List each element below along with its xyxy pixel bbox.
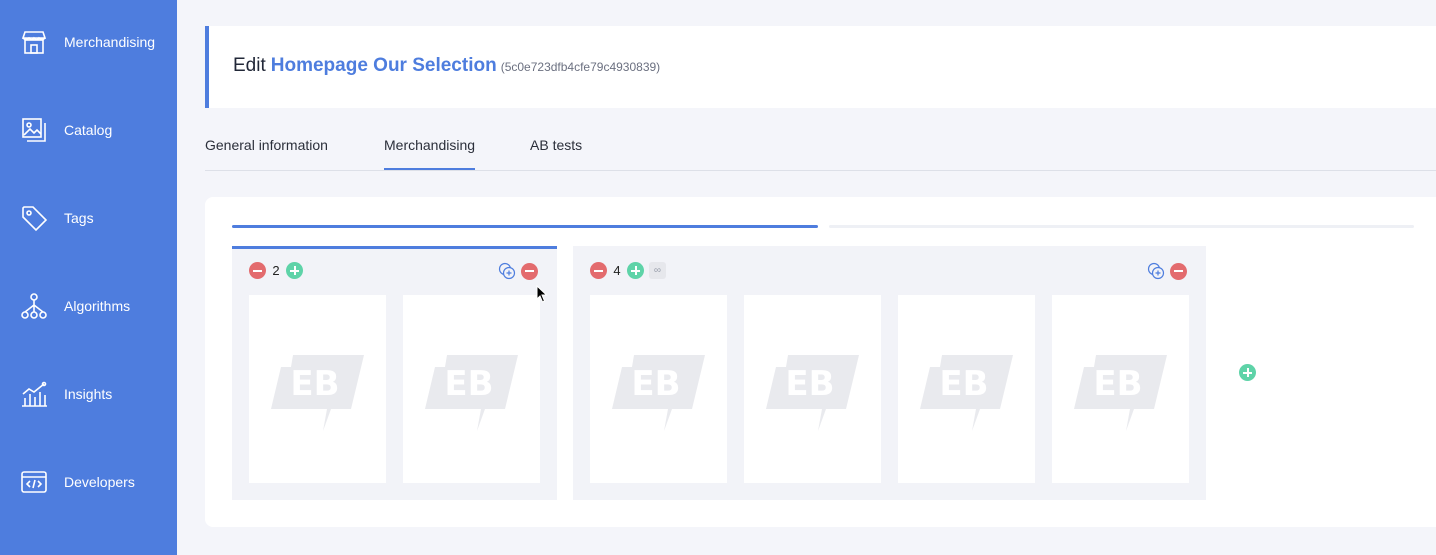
sidebar-item-label: Merchandising xyxy=(64,34,156,50)
tab-ab-tests[interactable]: AB tests xyxy=(530,137,582,168)
progress-bar-inactive xyxy=(829,225,1414,228)
merch-row[interactable]: 2 EB EB xyxy=(232,246,557,500)
progress-bar-active xyxy=(232,225,818,228)
sidebar-item-developers[interactable]: Developers xyxy=(0,452,177,512)
placeholder-logo-icon: EB xyxy=(1074,355,1167,431)
sidebar-item-merchandising[interactable]: Merchandising xyxy=(0,12,177,72)
svg-text:EB: EB xyxy=(939,364,988,404)
sidebar-item-label: Catalog xyxy=(64,122,113,138)
placeholder-logo-icon: EB xyxy=(612,355,705,431)
row-count: 2 xyxy=(272,263,280,278)
increase-count-button[interactable] xyxy=(286,262,303,279)
decrease-count-button[interactable] xyxy=(590,262,607,279)
increase-count-button[interactable] xyxy=(627,262,644,279)
sidebar-item-label: Algorithms xyxy=(64,298,131,314)
remove-row-button[interactable] xyxy=(521,262,538,280)
product-slot[interactable]: EB xyxy=(249,295,386,483)
svg-text:EB: EB xyxy=(290,364,339,404)
tab-merchandising[interactable]: Merchandising xyxy=(384,137,476,170)
tab-general-information[interactable]: General information xyxy=(205,137,328,168)
tag-icon xyxy=(22,206,48,232)
tab-bar: General information Merchandising AB tes… xyxy=(205,108,1436,171)
add-row-button[interactable] xyxy=(1239,364,1256,381)
product-slot[interactable]: EB xyxy=(1052,295,1189,483)
sidebar-item-catalog[interactable]: Catalog xyxy=(0,100,177,160)
code-icon xyxy=(21,471,47,493)
duplicate-row-icon[interactable] xyxy=(1147,262,1165,280)
chart-icon xyxy=(22,381,47,407)
row-actions xyxy=(498,262,538,280)
row-count: 4 xyxy=(613,263,621,278)
page-title: Edit Homepage Our Selection (5c0e723dfb4cf… xyxy=(233,55,660,77)
product-slot[interactable]: EB xyxy=(590,295,727,483)
row-count-controls: 4 ∞ xyxy=(590,262,666,279)
infinite-toggle[interactable]: ∞ xyxy=(649,262,666,279)
entity-name: Homepage Our Selection xyxy=(270,55,497,76)
decrease-count-button[interactable] xyxy=(249,262,266,279)
sidebar-item-algorithms[interactable]: Algorithms xyxy=(0,276,177,336)
store-icon xyxy=(21,31,47,54)
row-count-controls: 2 xyxy=(249,262,303,279)
placeholder-logo-icon: EB xyxy=(425,355,518,431)
network-icon xyxy=(21,293,47,319)
product-slot[interactable]: EB xyxy=(744,295,881,483)
merchandising-panel: 2 EB EB 4 ∞ EB EB EB EB xyxy=(205,197,1436,527)
entity-id: (5c0e723dfb4cfe79c4930839) xyxy=(500,60,661,74)
sidebar-item-label: Tags xyxy=(64,210,94,226)
remove-row-button[interactable] xyxy=(1170,262,1187,280)
page-header: Edit Homepage Our Selection (5c0e723dfb4cf… xyxy=(205,26,1436,108)
merch-row[interactable]: 4 ∞ EB EB EB EB xyxy=(573,246,1206,500)
sidebar-item-label: Insights xyxy=(64,386,113,402)
mouse-cursor-icon xyxy=(536,285,548,303)
sidebar-item-insights[interactable]: Insights xyxy=(0,364,177,424)
placeholder-logo-icon: EB xyxy=(766,355,859,431)
edit-prefix: Edit xyxy=(233,55,266,76)
svg-text:EB: EB xyxy=(1093,364,1142,404)
sidebar-item-tags[interactable]: Tags xyxy=(0,188,177,248)
duplicate-row-icon[interactable] xyxy=(498,262,516,280)
images-icon xyxy=(22,118,46,142)
placeholder-logo-icon: EB xyxy=(271,355,364,431)
svg-text:EB: EB xyxy=(785,364,834,404)
product-slot[interactable]: EB xyxy=(403,295,540,483)
placeholder-logo-icon: EB xyxy=(920,355,1013,431)
svg-text:EB: EB xyxy=(631,364,680,404)
product-slot[interactable]: EB xyxy=(898,295,1035,483)
sidebar: Merchandising Catalog Tags Algorithms In… xyxy=(0,0,177,555)
svg-text:EB: EB xyxy=(444,364,493,404)
sidebar-item-label: Developers xyxy=(64,474,135,490)
row-actions xyxy=(1147,262,1187,280)
